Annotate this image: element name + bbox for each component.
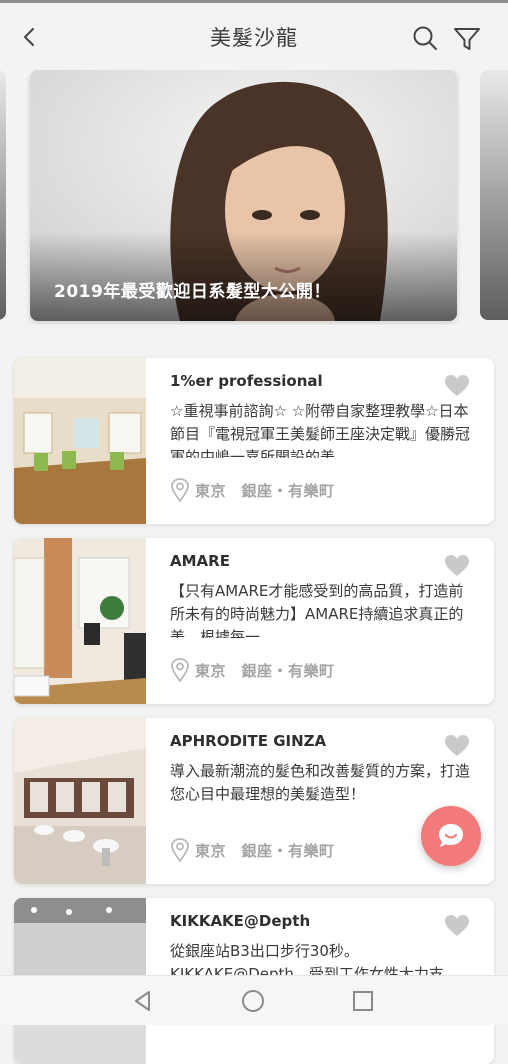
salon-location: 東京 銀座・有樂町 (170, 656, 335, 684)
heart-icon[interactable] (444, 374, 470, 398)
location-pin-icon (171, 838, 189, 862)
salon-location-text: 東京 銀座・有樂町 (195, 661, 335, 680)
salon-description: 【只有AMARE才能感受到的高品質，打造前所未有的時尚魅力】AMARE持續追求真… (170, 582, 464, 638)
salon-photo (14, 358, 146, 524)
salon-description: 導入最新潮流的髮色和改善髮質的方案，打造您心目中最理想的美髮造型！ (170, 762, 471, 803)
salon-location-text: 東京 銀座・有樂町 (195, 841, 335, 860)
salon-name: APHRODITE GINZA (170, 732, 327, 750)
search-icon[interactable] (410, 23, 440, 53)
banner-slide-next[interactable] (480, 70, 508, 320)
salon-location: 東京 銀座・有樂町 (170, 836, 335, 864)
salon-photo (14, 538, 146, 704)
location-pin-icon (171, 478, 189, 502)
salon-description: ☆重視事前諮詢☆ ☆附帶自家整理教學☆日本節目『電視冠軍王美髮師王座決定戰』優勝… (170, 402, 471, 458)
banner-caption: 2019年最受歡迎日系髮型大公開！ (54, 282, 331, 302)
app-header: 美髮沙龍 (0, 3, 508, 65)
salon-card[interactable]: AMARE 【只有AMARE才能感受到的高品質，打造前所未有的時尚魅力】AMAR… (14, 538, 494, 704)
salon-location-text: 東京 銀座・有樂町 (195, 481, 335, 500)
heart-icon[interactable] (444, 554, 470, 578)
system-nav-bar (0, 975, 508, 1025)
salon-card[interactable]: 1%er professional ☆重視事前諮詢☆ ☆附帶自家整理教學☆日本節… (14, 358, 494, 524)
salon-name: KIKKAKE@Depth (170, 912, 311, 930)
featured-banner[interactable]: 2019年最受歡迎日系髮型大公開！ (30, 70, 457, 321)
heart-icon[interactable] (444, 734, 470, 758)
nav-back-icon[interactable] (130, 988, 156, 1014)
heart-icon[interactable] (444, 914, 470, 938)
salon-location: 東京 銀座・有樂町 (170, 476, 335, 504)
nav-recents-icon[interactable] (350, 988, 376, 1014)
banner-carousel[interactable]: 2019年最受歡迎日系髮型大公開！ (0, 70, 508, 325)
chat-bubble-icon (439, 824, 463, 847)
filter-icon[interactable] (451, 23, 483, 53)
salon-name: AMARE (170, 552, 230, 570)
chat-button[interactable] (421, 806, 481, 866)
location-pin-icon (171, 658, 189, 682)
salon-name: 1%er professional (170, 372, 323, 390)
banner-caption-overlay (30, 231, 457, 321)
banner-slide-previous[interactable] (0, 70, 6, 320)
nav-home-icon[interactable] (240, 988, 266, 1014)
salon-photo (14, 718, 146, 884)
salon-card[interactable]: APHRODITE GINZA 導入最新潮流的髮色和改善髮質的方案，打造您心目中… (14, 718, 494, 884)
